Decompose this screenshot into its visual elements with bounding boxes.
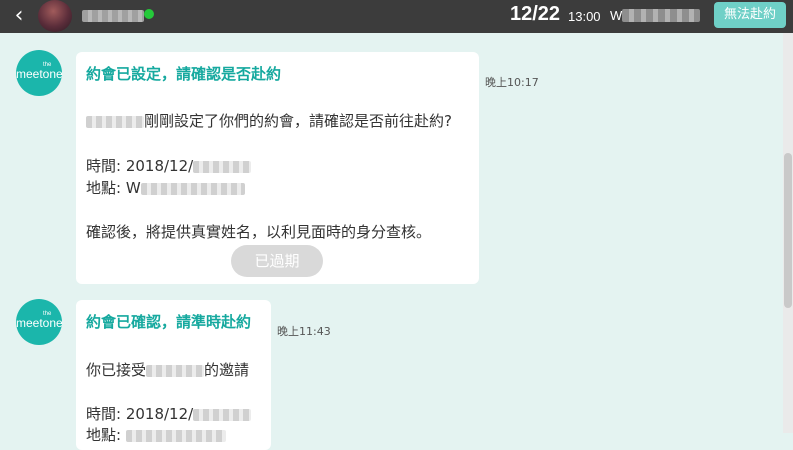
time-text: 時間: 2018/12/ bbox=[86, 405, 194, 423]
message-bubble: 約會已確認，請準時赴約 你已接受 的邀請 時間: 2018/12/ 地點: bbox=[76, 300, 271, 450]
logo-text: meetone bbox=[16, 316, 63, 330]
time-redacted bbox=[193, 160, 252, 173]
message-time-line: 時間: 2018/12/ bbox=[86, 403, 252, 424]
date-label: 12/22 bbox=[510, 3, 561, 25]
message-bubble: 約會已設定，請確認是否赴約 剛剛設定了你們的約會，請確認是否前往赴約? 時間: … bbox=[76, 52, 479, 284]
place-label: W bbox=[610, 8, 623, 23]
back-icon[interactable]: ‹ bbox=[8, 4, 30, 28]
meetone-logo: the meetone bbox=[16, 299, 63, 345]
place-text: 地點: bbox=[86, 179, 126, 197]
message-title: 約會已確認，請準時赴約 bbox=[86, 313, 252, 331]
top-bar: ‹ 12/22 13:00 W 無法赴約 bbox=[0, 0, 793, 33]
message-line: 你已接受 的邀請 bbox=[86, 359, 249, 380]
place-redacted bbox=[125, 429, 226, 442]
cannot-attend-button[interactable]: 無法赴約 bbox=[714, 2, 786, 28]
message-time-line: 時間: 2018/12/ bbox=[86, 155, 252, 176]
avatar[interactable] bbox=[38, 0, 72, 32]
meetone-logo: the meetone bbox=[16, 50, 63, 96]
place-text: 地點: bbox=[86, 426, 126, 444]
message-timestamp: 晚上11:43 bbox=[277, 325, 331, 338]
message-title: 約會已設定，請確認是否赴約 bbox=[86, 65, 282, 83]
name-redacted bbox=[86, 115, 144, 128]
time-text: 時間: 2018/12/ bbox=[86, 157, 194, 175]
scrollbar[interactable] bbox=[783, 33, 793, 433]
message-line: 剛剛設定了你們的約會，請確認是否前往赴約? bbox=[86, 110, 452, 131]
online-status-icon bbox=[144, 9, 154, 19]
name-redacted bbox=[146, 364, 205, 377]
place-redacted bbox=[622, 9, 700, 22]
message-text: 剛剛設定了你們的約會，請確認是否前往赴約? bbox=[144, 112, 452, 130]
message-place-line: 地點: W bbox=[86, 177, 245, 198]
time-label: 13:00 bbox=[568, 9, 601, 24]
message-place-line: 地點: bbox=[86, 424, 226, 445]
logo-text: meetone bbox=[16, 67, 63, 81]
message-text: 你已接受 bbox=[86, 361, 147, 379]
contact-name-redacted bbox=[82, 10, 144, 22]
message-text: 的邀請 bbox=[204, 361, 250, 379]
expired-button[interactable]: 已過期 bbox=[231, 245, 323, 277]
message-timestamp: 晚上10:17 bbox=[485, 76, 539, 89]
time-redacted bbox=[193, 408, 252, 421]
place-redacted bbox=[140, 182, 245, 195]
message-note: 確認後，將提供真實姓名，以利見面時的身分查核。 bbox=[86, 223, 432, 241]
place-initial: W bbox=[125, 179, 141, 197]
scrollbar-thumb[interactable] bbox=[784, 153, 792, 308]
